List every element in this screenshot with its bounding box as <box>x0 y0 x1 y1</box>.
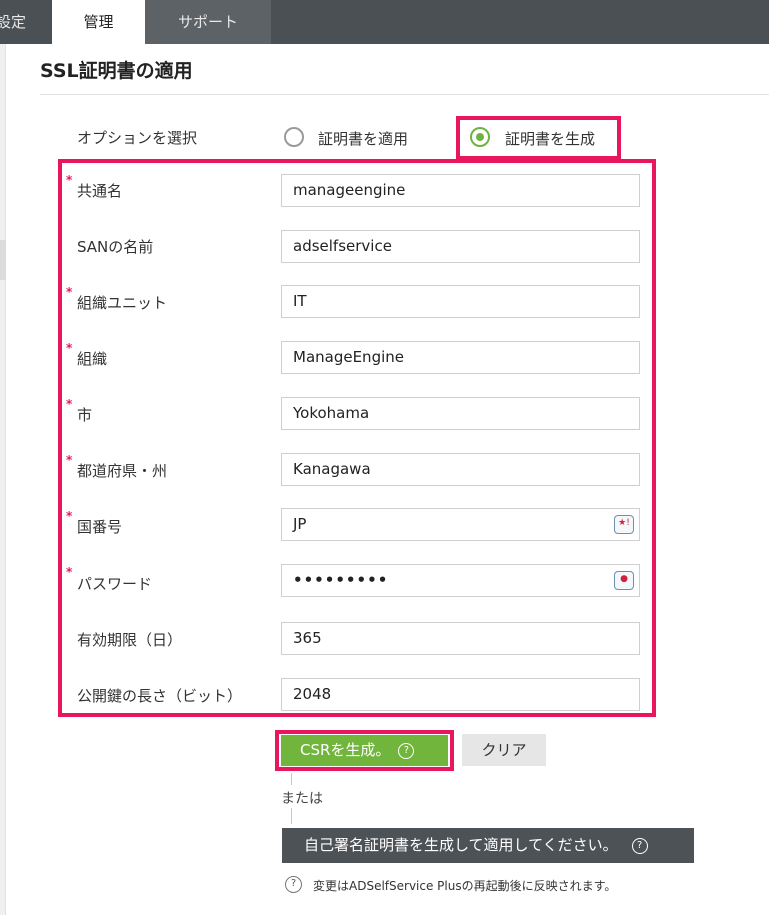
question-circle-icon[interactable]: ? <box>631 837 648 854</box>
or-text: または <box>281 791 323 807</box>
key-length-label: 公開鍵の長さ（ビット） <box>77 687 243 705</box>
required-marker: * <box>66 173 73 187</box>
common-name-input[interactable]: manageengine <box>281 174 640 207</box>
password-manager-icon[interactable]: ★! <box>614 515 634 534</box>
required-marker: * <box>66 341 73 355</box>
validity-days-input[interactable]: 365 <box>281 622 640 655</box>
required-marker: * <box>66 285 73 299</box>
common-name-label: 共通名 <box>77 182 123 200</box>
password-label: パスワード <box>77 575 153 593</box>
connector-line <box>291 773 292 785</box>
org-unit-label: 組織ユニット <box>77 294 168 312</box>
validity-days-label: 有効期限（日） <box>77 631 183 649</box>
top-tab-bar: 設定 管理 サポート <box>0 0 769 44</box>
clear-button[interactable]: クリア <box>462 734 546 766</box>
country-code-input[interactable]: JP ★! <box>281 508 640 541</box>
title-divider <box>40 94 769 95</box>
generate-self-signed-button[interactable]: 自己署名証明書を生成して適用してください。? <box>282 828 694 863</box>
radio-apply-label[interactable]: 証明書を適用 <box>318 128 408 149</box>
organization-label: 組織 <box>77 350 108 368</box>
restart-note: 変更はADSelfService Plusの再起動後に反映されます。 <box>313 879 617 893</box>
connector-line <box>291 808 292 824</box>
country-code-label: 国番号 <box>77 518 123 536</box>
tab-support[interactable]: サポート <box>145 0 271 44</box>
city-input[interactable]: Yokohama <box>281 397 640 430</box>
self-signed-label: 自己署名証明書を生成して適用してください。 <box>304 836 618 854</box>
password-input[interactable]: ••••••••• ● <box>281 564 640 597</box>
org-unit-input[interactable]: IT <box>281 285 640 318</box>
generate-csr-label: CSRを生成。 <box>300 741 391 759</box>
generate-csr-button[interactable]: CSRを生成。? <box>281 735 448 766</box>
tab-settings[interactable]: 設定 <box>0 0 32 44</box>
password-manager-icon[interactable]: ● <box>614 571 634 590</box>
organization-input[interactable]: ManageEngine <box>281 341 640 374</box>
page-title: SSL証明書の適用 <box>40 60 193 82</box>
question-circle-icon[interactable]: ? <box>398 742 415 759</box>
key-length-input[interactable]: 2048 <box>281 678 640 711</box>
option-label: オプションを選択 <box>77 129 198 147</box>
required-marker: * <box>66 509 73 523</box>
required-marker: * <box>66 565 73 579</box>
state-input[interactable]: Kanagawa <box>281 453 640 486</box>
city-label: 市 <box>77 406 93 424</box>
radio-generate-certificate[interactable] <box>470 127 490 147</box>
sidebar-active-marker <box>0 240 6 280</box>
left-sidebar-edge <box>0 44 6 915</box>
required-marker: * <box>66 397 73 411</box>
radio-apply-certificate[interactable] <box>284 127 304 147</box>
san-name-label: SANの名前 <box>77 238 154 256</box>
radio-generate-label[interactable]: 証明書を生成 <box>505 128 595 149</box>
question-circle-icon: ? <box>285 876 302 893</box>
tab-admin[interactable]: 管理 <box>52 0 145 44</box>
state-label: 都道府県・州 <box>77 462 168 480</box>
san-name-input[interactable]: adselfservice <box>281 230 640 263</box>
required-marker: * <box>66 453 73 467</box>
